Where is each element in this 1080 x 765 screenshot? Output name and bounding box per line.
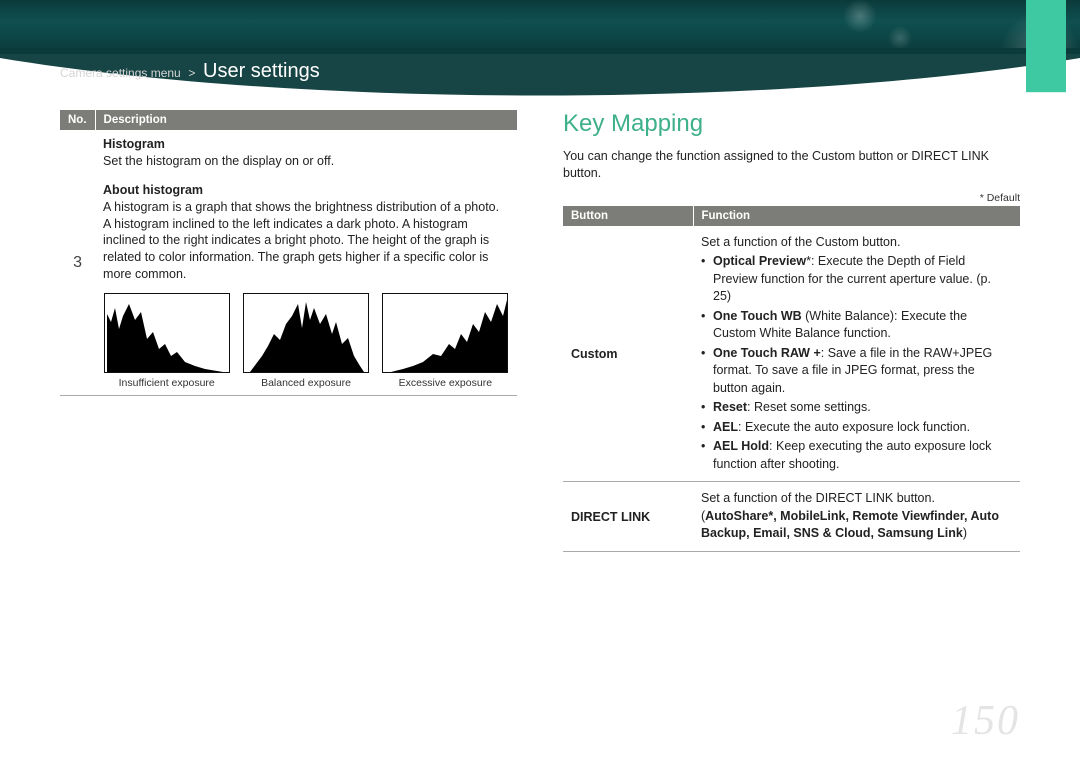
about-histogram-body: A histogram is a graph that shows the br… xyxy=(103,199,509,283)
caption-excessive: Excessive exposure xyxy=(382,377,509,389)
button-direct-link-functions: Set a function of the DIRECT LINK button… xyxy=(693,482,1020,552)
custom-lead: Set a function of the Custom button. xyxy=(701,234,1012,252)
caption-insufficient: Insufficient exposure xyxy=(103,377,230,389)
histogram-excessive: Excessive exposure xyxy=(382,293,509,389)
page-number: 150 xyxy=(951,697,1020,745)
histogram-graph-balanced xyxy=(243,293,369,373)
direct-options-line2: Backup, Email, SNS & Cloud, Samsung Link xyxy=(701,526,963,540)
list-item: AEL Hold: Keep executing the auto exposu… xyxy=(701,438,1012,473)
optical-preview-label: Optical Preview xyxy=(713,254,806,268)
table-row: Custom Set a function of the Custom butt… xyxy=(563,226,1020,482)
list-item: Reset: Reset some settings. xyxy=(701,399,1012,417)
section-intro: You can change the function assigned to … xyxy=(563,148,1020,182)
section-heading: Key Mapping xyxy=(563,110,1020,138)
one-touch-raw-label: One Touch RAW + xyxy=(713,346,821,360)
list-item: One Touch WB (White Balance): Execute th… xyxy=(701,308,1012,343)
caption-balanced: Balanced exposure xyxy=(242,377,369,389)
right-column: Key Mapping You can change the function … xyxy=(563,110,1020,552)
row-description: Histogram Set the histogram on the displ… xyxy=(95,130,517,396)
table-row: 3 Histogram Set the histogram on the dis… xyxy=(60,130,517,396)
col-header-button: Button xyxy=(563,206,693,226)
list-item: AEL: Execute the auto exposure lock func… xyxy=(701,419,1012,437)
list-item: Optical Preview*: Execute the Depth of F… xyxy=(701,253,1012,306)
one-touch-wb-paren: (White Balance): xyxy=(802,309,901,323)
row-number: 3 xyxy=(60,130,95,396)
histogram-line: Set the histogram on the display on or o… xyxy=(103,153,509,170)
col-header-description: Description xyxy=(95,110,517,130)
table-row: DIRECT LINK Set a function of the DIRECT… xyxy=(563,482,1020,552)
ael-rest: : Execute the auto exposure lock functio… xyxy=(738,420,970,434)
description-table: No. Description 3 Histogram Set the hist… xyxy=(60,110,517,396)
breadcrumb: Camera settings menu > User settings xyxy=(60,60,320,83)
side-tab xyxy=(1026,0,1066,765)
manual-page: Camera settings menu > User settings No.… xyxy=(0,0,1080,765)
col-header-function: Function xyxy=(693,206,1020,226)
histogram-examples: Insufficient exposure Balanced exposure xyxy=(103,293,509,389)
reset-label: Reset xyxy=(713,400,747,414)
breadcrumb-current: User settings xyxy=(203,60,320,82)
direct-options: (AutoShare*, MobileLink, Remote Viewfind… xyxy=(701,508,1012,543)
about-histogram-title: About histogram xyxy=(103,182,509,199)
default-note: * Default xyxy=(563,192,1020,204)
button-direct-link-label: DIRECT LINK xyxy=(563,482,693,552)
header-band xyxy=(0,0,1080,54)
histogram-graph-excessive xyxy=(382,293,508,373)
left-column: No. Description 3 Histogram Set the hist… xyxy=(60,110,517,552)
function-table: Button Function Custom Set a function of… xyxy=(563,206,1020,552)
ael-label: AEL xyxy=(713,420,738,434)
histogram-title: Histogram xyxy=(103,136,509,153)
one-touch-wb-label: One Touch WB xyxy=(713,309,802,323)
direct-options-line1: AutoShare*, MobileLink, Remote Viewfinde… xyxy=(705,509,999,523)
direct-lead: Set a function of the DIRECT LINK button… xyxy=(701,490,1012,508)
ael-hold-label: AEL Hold xyxy=(713,439,769,453)
breadcrumb-parent: Camera settings menu xyxy=(60,66,181,80)
col-header-no: No. xyxy=(60,110,95,130)
breadcrumb-separator: > xyxy=(184,66,199,80)
histogram-graph-insufficient xyxy=(104,293,230,373)
reset-rest: : Reset some settings. xyxy=(747,400,871,414)
histogram-insufficient: Insufficient exposure xyxy=(103,293,230,389)
list-item: One Touch RAW +: Save a file in the RAW+… xyxy=(701,345,1012,398)
button-custom-label: Custom xyxy=(563,226,693,482)
content-columns: No. Description 3 Histogram Set the hist… xyxy=(60,110,1020,552)
button-custom-functions: Set a function of the Custom button. Opt… xyxy=(693,226,1020,482)
histogram-balanced: Balanced exposure xyxy=(242,293,369,389)
